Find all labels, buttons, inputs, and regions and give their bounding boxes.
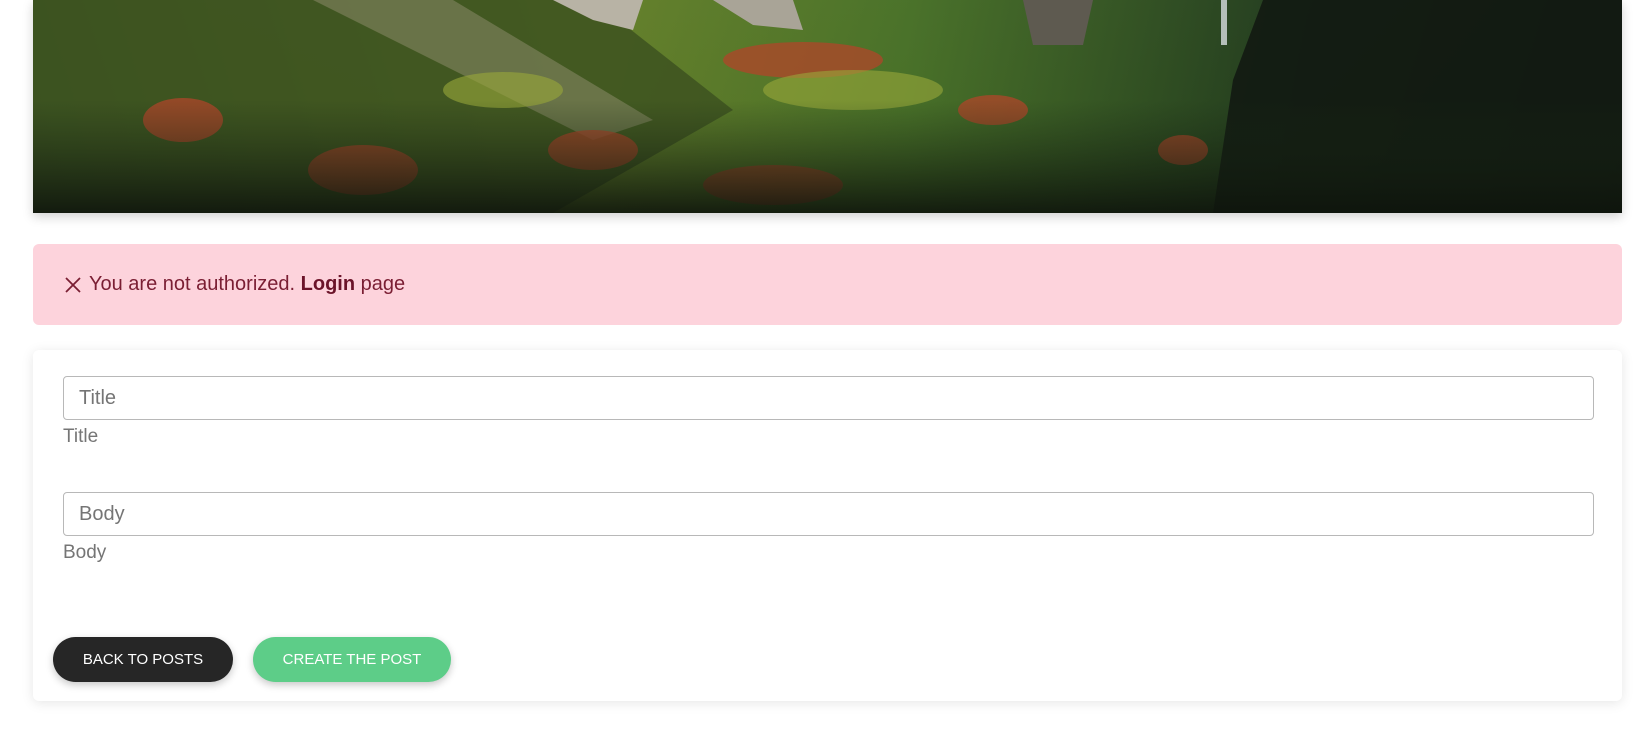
post-form-card: Title Body BACK TO POSTS CREATE THE POST (33, 350, 1622, 701)
close-icon[interactable] (63, 275, 83, 295)
title-input[interactable] (63, 376, 1594, 420)
alert-message: You are not authorized. (89, 273, 296, 295)
back-to-posts-button[interactable]: BACK TO POSTS (53, 637, 233, 682)
body-label: Body (63, 542, 107, 563)
hero-image (33, 0, 1622, 213)
error-alert: You are not authorized. Login page (33, 244, 1622, 325)
create-post-button[interactable]: CREATE THE POST (253, 637, 451, 682)
title-label: Title (63, 426, 99, 447)
page: You are not authorized. Login page Title… (0, 0, 1649, 729)
hero-landscape-graphic (33, 0, 1622, 213)
body-field-group: Body (63, 492, 1594, 564)
alert-suffix: page (360, 273, 406, 295)
body-input[interactable] (63, 492, 1594, 536)
login-link[interactable]: Login (301, 273, 355, 296)
title-field-group: Title (63, 376, 1594, 448)
